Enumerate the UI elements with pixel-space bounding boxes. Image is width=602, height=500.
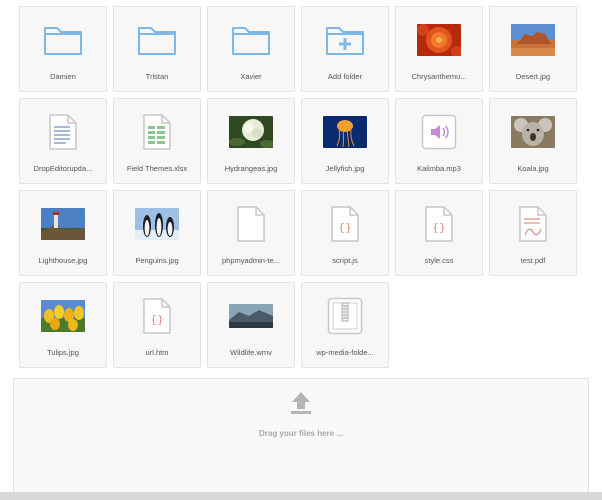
add-folder-icon — [326, 27, 364, 55]
item-label: Xavier — [240, 72, 262, 81]
bottom-bar — [0, 492, 602, 500]
file-dropzone[interactable]: Drag your files here ... — [13, 378, 589, 492]
file-jellyfish[interactable]: Jellyfish.jpg — [301, 98, 389, 184]
folder-damien[interactable]: Damien — [19, 6, 107, 92]
file-style-css[interactable]: {} style.css — [395, 190, 483, 276]
file-field-themes[interactable]: Field Themes.xlsx — [113, 98, 201, 184]
video-thumbnail — [229, 304, 273, 328]
item-label: Desert.jpg — [515, 72, 551, 81]
item-label: wp-media-folde... — [316, 348, 374, 357]
pdf-icon — [519, 206, 547, 242]
file-desert[interactable]: Desert.jpg — [489, 6, 577, 92]
document-icon — [49, 114, 77, 150]
add-folder-button[interactable]: Add folder — [301, 6, 389, 92]
item-label: url.htm — [145, 348, 169, 357]
item-label: Jellyfish.jpg — [325, 164, 365, 173]
svg-text:{}: {} — [338, 221, 352, 234]
file-kalimba[interactable]: Kalimba.mp3 — [395, 98, 483, 184]
image-thumbnail — [323, 116, 367, 148]
item-label: phpmyadmin-te... — [222, 256, 280, 265]
file-url-htm[interactable]: {} url.htm — [113, 282, 201, 368]
item-label: Tulips.jpg — [47, 348, 79, 357]
item-label: Wildlife.wmv — [230, 348, 272, 357]
dropzone-text: Drag your files here ... — [258, 429, 344, 438]
upload-arrow-icon — [291, 392, 311, 414]
file-penguins[interactable]: Penguins.jpg — [113, 190, 201, 276]
file-lighthouse[interactable]: Lighthouse.jpg — [19, 190, 107, 276]
svg-text:{}: {} — [432, 221, 446, 234]
item-label: Kalimba.mp3 — [417, 164, 461, 173]
file-wp-media-folder[interactable]: wp-media-folde... — [301, 282, 389, 368]
file-dropeditor[interactable]: DropEditorupda... — [19, 98, 107, 184]
file-wildlife[interactable]: Wildlife.wmv — [207, 282, 295, 368]
svg-text:{}: {} — [150, 313, 164, 326]
item-label: Field Themes.xlsx — [126, 164, 188, 173]
code-file-icon: {} — [425, 206, 453, 242]
blank-file-icon — [237, 206, 265, 242]
folder-icon — [232, 27, 270, 55]
folder-xavier[interactable]: Xavier — [207, 6, 295, 92]
folder-icon — [44, 27, 82, 55]
file-phpmyadmin[interactable]: phpmyadmin-te... — [207, 190, 295, 276]
item-label: Koala.jpg — [517, 164, 549, 173]
image-thumbnail — [511, 116, 555, 148]
image-thumbnail — [229, 116, 273, 148]
file-script-js[interactable]: {} script.js — [301, 190, 389, 276]
code-file-icon: {} — [331, 206, 359, 242]
file-chrysanthemum[interactable]: Chrysanthemu... — [395, 6, 483, 92]
image-thumbnail — [41, 300, 85, 332]
item-label: script.js — [332, 256, 358, 265]
item-label: style.css — [424, 256, 454, 265]
code-file-icon: {} — [143, 298, 171, 334]
folder-tristan[interactable]: Tristan — [113, 6, 201, 92]
file-koala[interactable]: Koala.jpg — [489, 98, 577, 184]
file-test-pdf[interactable]: test.pdf — [489, 190, 577, 276]
file-tulips[interactable]: Tulips.jpg — [19, 282, 107, 368]
folder-icon — [138, 27, 176, 55]
file-hydrangeas[interactable]: Hydrangeas.jpg — [207, 98, 295, 184]
image-thumbnail — [135, 208, 179, 240]
audio-icon — [421, 114, 457, 150]
item-label: Tristan — [145, 72, 169, 81]
item-label: Chrysanthemu... — [411, 72, 467, 81]
item-label: Add folder — [327, 72, 363, 81]
image-thumbnail — [511, 24, 555, 56]
image-thumbnail — [417, 24, 461, 56]
item-label: DropEditorupda... — [33, 164, 93, 173]
spreadsheet-icon — [143, 114, 171, 150]
zip-archive-icon — [327, 297, 363, 335]
item-label: Damien — [50, 72, 76, 81]
item-label: Hydrangeas.jpg — [224, 164, 278, 173]
image-thumbnail — [41, 208, 85, 240]
item-label: test.pdf — [520, 256, 546, 265]
media-grid: Damien Tristan Xavier Add folder Chrysan… — [19, 6, 599, 368]
item-label: Penguins.jpg — [135, 256, 179, 265]
item-label: Lighthouse.jpg — [38, 256, 88, 265]
